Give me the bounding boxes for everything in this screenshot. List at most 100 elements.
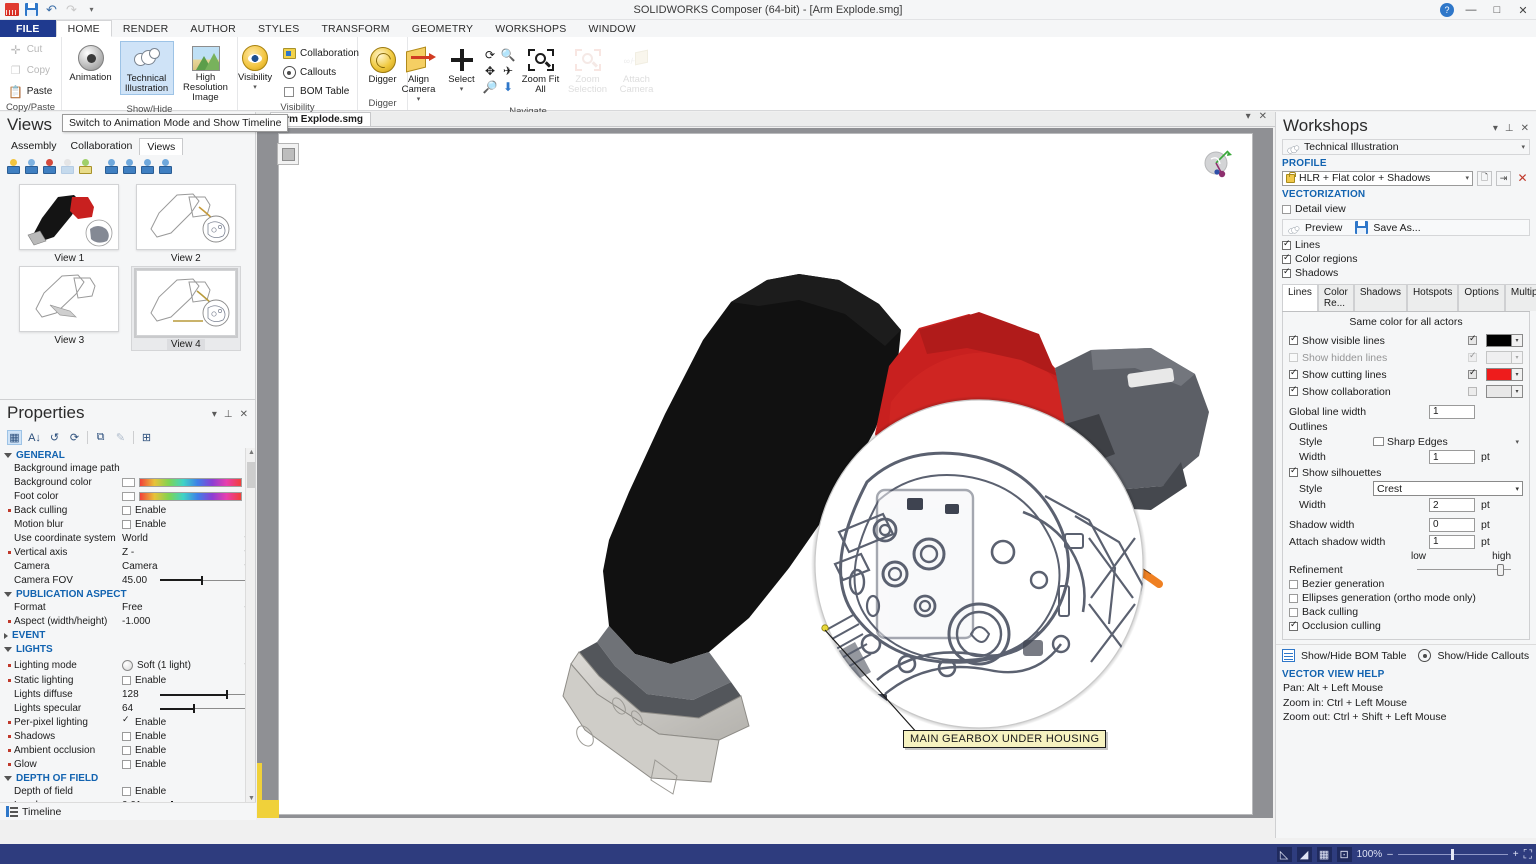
- visibility-dropdown-caret[interactable]: ▾: [253, 83, 257, 93]
- zoom-out-icon[interactable]: 🔎: [483, 79, 498, 94]
- undo-icon[interactable]: ↶: [44, 2, 59, 17]
- shadows-checkbox[interactable]: [1282, 266, 1291, 278]
- property-row-foot-color[interactable]: Foot color: [0, 490, 255, 504]
- property-row-use-coordinate-system[interactable]: Use coordinate system World▾: [0, 531, 255, 545]
- fit-screen-icon[interactable]: ⛶: [1524, 847, 1532, 862]
- sort-alphabetical-icon[interactable]: A↓: [27, 430, 42, 445]
- properties-scrollbar[interactable]: ▲ ▼: [245, 448, 255, 803]
- select-caret[interactable]: ▾: [460, 85, 464, 95]
- detail-view-row[interactable]: Detail view: [1276, 201, 1536, 217]
- show-hide-bom-table-button[interactable]: Show/Hide BOM Table: [1301, 650, 1406, 662]
- callouts-button[interactable]: Callouts: [279, 63, 362, 82]
- row-show-visible-lines[interactable]: Show visible lines ▾: [1283, 332, 1529, 349]
- chevron-down-icon[interactable]: ▾: [1465, 174, 1469, 182]
- group-by-category-icon[interactable]: ▦: [7, 430, 22, 445]
- properties-list[interactable]: GENERAL Background image path Background…: [0, 448, 255, 803]
- view-thumbnail-1[interactable]: View 1: [14, 184, 125, 264]
- visible-lines-same-color-checkbox[interactable]: [1468, 333, 1477, 345]
- show-hide-callouts-button[interactable]: Show/Hide Callouts: [1437, 650, 1529, 662]
- property-row-motion-blur[interactable]: Motion blur Enable: [0, 518, 255, 532]
- add-property-icon[interactable]: ⊞: [139, 430, 154, 445]
- property-row-vertical-axis[interactable]: Vertical axis Z -▾: [0, 545, 255, 559]
- paste-button[interactable]: 📋 Paste: [6, 82, 56, 101]
- back-culling-checkbox[interactable]: [1289, 607, 1298, 617]
- property-row-background-color[interactable]: Background color: [0, 476, 255, 490]
- property-group-lights[interactable]: LIGHTS: [0, 643, 255, 657]
- property-row-aspect[interactable]: Aspect (width/height) -1.000: [0, 615, 255, 629]
- silhouettes-style-dropdown[interactable]: Crest ▾: [1373, 481, 1523, 496]
- show-cutting-lines-checkbox[interactable]: [1289, 367, 1298, 379]
- axis-orientation-widget[interactable]: [1200, 146, 1236, 182]
- workshops-panel-menu-icon[interactable]: ▾: [1493, 123, 1498, 134]
- save-as-button[interactable]: Save As...: [1373, 222, 1420, 234]
- save-icon[interactable]: [24, 2, 39, 17]
- tab-styles[interactable]: STYLES: [247, 20, 310, 37]
- down-arrow-icon[interactable]: ⬇: [501, 79, 516, 94]
- bom-table-toggle[interactable]: BOM Table: [279, 82, 362, 101]
- paint-view-icon[interactable]: [78, 159, 93, 174]
- foot-color-gradient[interactable]: [139, 492, 242, 502]
- row-show-collaboration[interactable]: Show collaboration ▾: [1283, 383, 1529, 400]
- depth-of-field-checkbox[interactable]: [122, 787, 131, 797]
- view-mode-3-icon[interactable]: [140, 159, 155, 174]
- row-show-cutting-lines[interactable]: Show cutting lines ▾: [1283, 366, 1529, 383]
- silhouettes-width-input[interactable]: 2: [1429, 498, 1475, 512]
- fit-icon[interactable]: ⊡: [1336, 846, 1352, 862]
- detail-view-checkbox[interactable]: [1282, 204, 1291, 214]
- shadows-checkbox[interactable]: [122, 731, 131, 741]
- align-camera-button[interactable]: Align Camera ▾: [397, 43, 441, 105]
- show-silhouettes-checkbox[interactable]: [1289, 465, 1298, 477]
- row-global-line-width[interactable]: Global line width 1: [1283, 403, 1529, 420]
- cutting-lines-same-color-checkbox[interactable]: [1468, 367, 1477, 379]
- new-profile-button[interactable]: 🗋: [1477, 170, 1492, 186]
- row-occlusion-culling[interactable]: Occlusion culling: [1283, 619, 1529, 633]
- document-tab-menu-icon[interactable]: ▾: [1246, 111, 1251, 122]
- tab-shadows[interactable]: Shadows: [1353, 284, 1407, 311]
- outlines-style-dropdown[interactable]: Sharp Edges ▾: [1373, 436, 1523, 448]
- workshops-panel-close-icon[interactable]: ✕: [1521, 123, 1529, 134]
- tab-window[interactable]: WINDOW: [577, 20, 646, 37]
- tab-render[interactable]: RENDER: [112, 20, 180, 37]
- attach-shadow-width-input[interactable]: 1: [1429, 534, 1475, 549]
- back-culling-checkbox[interactable]: [122, 506, 131, 516]
- bezier-generation-checkbox[interactable]: [1289, 579, 1298, 589]
- cut-button[interactable]: ✛ Cut: [6, 40, 46, 59]
- tab-geometry[interactable]: GEOMETRY: [401, 20, 485, 37]
- row-outlines-width[interactable]: Width 1 pt: [1283, 449, 1529, 465]
- property-group-event[interactable]: EVENT: [0, 629, 255, 643]
- scrollbar-thumb[interactable]: [247, 462, 255, 488]
- tab-transform[interactable]: TRANSFORM: [310, 20, 400, 37]
- global-line-width-input[interactable]: 1: [1429, 404, 1475, 419]
- tab-lines[interactable]: Lines: [1282, 284, 1318, 311]
- show-hidden-lines-checkbox[interactable]: [1289, 353, 1298, 362]
- tab-color-regions[interactable]: Color Re...: [1317, 284, 1354, 311]
- tab-assembly[interactable]: Assembly: [4, 138, 64, 155]
- document-tab-close-icon[interactable]: ✕: [1259, 111, 1267, 122]
- fly-icon[interactable]: ✈: [501, 63, 516, 78]
- property-row-per-pixel-lighting[interactable]: Per-pixel lighting Enable: [0, 714, 255, 729]
- help-icon[interactable]: ?: [1436, 0, 1458, 20]
- visibility-button[interactable]: Visibility ▾: [233, 41, 277, 93]
- occlusion-culling-checkbox[interactable]: [1289, 619, 1298, 631]
- property-row-back-culling[interactable]: Back culling Enable: [0, 504, 255, 518]
- tab-options[interactable]: Options: [1458, 284, 1505, 311]
- view-thumbnail-4[interactable]: View 4: [130, 266, 241, 351]
- refinement-slider[interactable]: [1417, 563, 1511, 576]
- background-color-gradient[interactable]: [139, 478, 242, 488]
- cutting-lines-color-dropdown[interactable]: ▾: [1512, 368, 1523, 381]
- rename-profile-button[interactable]: ⇥: [1496, 170, 1511, 186]
- row-refinement[interactable]: Refinement: [1283, 562, 1529, 577]
- profile-combobox[interactable]: HLR + Flat color + Shadows ▾: [1282, 170, 1473, 186]
- scroll-up-icon[interactable]: ▲: [248, 449, 255, 456]
- zoom-fit-all-button[interactable]: Zoom Fit All: [520, 43, 562, 95]
- chevron-down-icon[interactable]: ▾: [1515, 485, 1519, 493]
- row-attach-shadow-width[interactable]: Attach shadow width 1 pt: [1283, 533, 1529, 550]
- update-view-icon[interactable]: [24, 159, 39, 174]
- tab-multiple[interactable]: Multiple: [1504, 284, 1536, 311]
- viewport-canvas[interactable]: [278, 133, 1253, 815]
- property-row-depth-of-field[interactable]: Depth of field Enable: [0, 785, 255, 799]
- tab-hotspots[interactable]: Hotspots: [1406, 284, 1459, 311]
- tab-collaboration[interactable]: Collaboration: [64, 138, 140, 155]
- measure-icon[interactable]: ◺: [1276, 846, 1292, 862]
- zoom-slider[interactable]: [1397, 847, 1508, 861]
